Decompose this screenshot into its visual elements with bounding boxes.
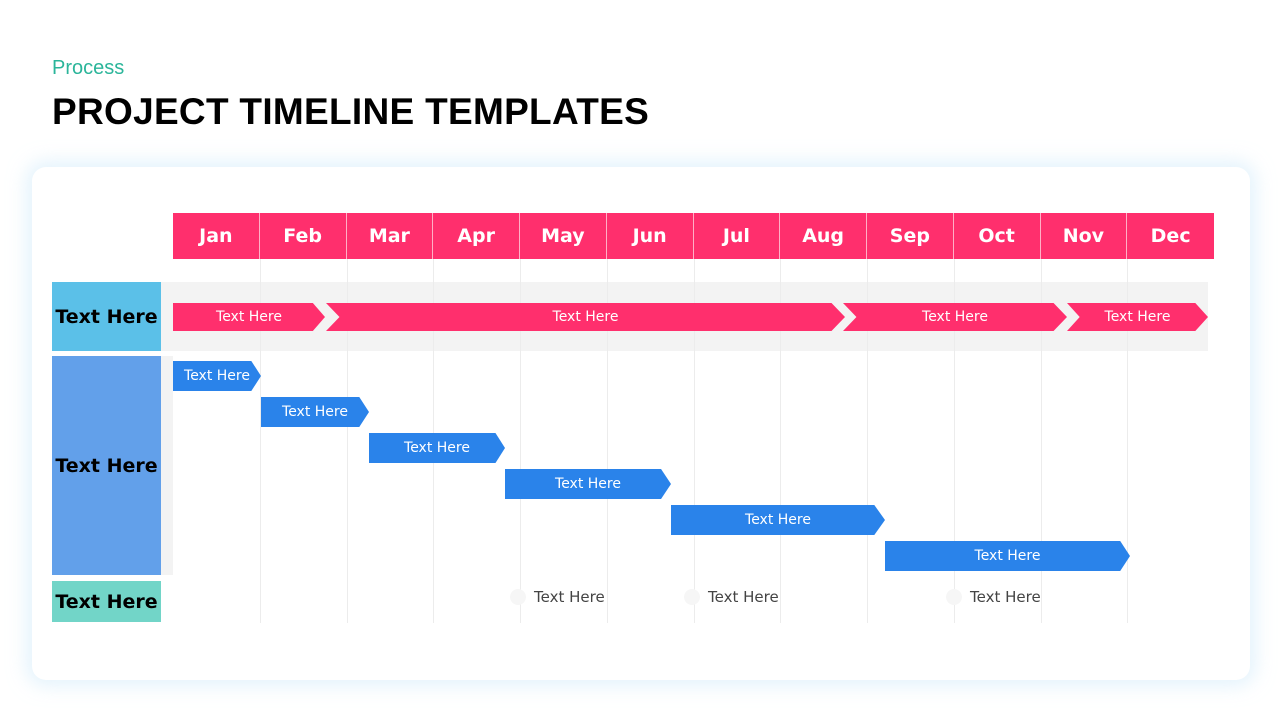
task-bar: Text Here: [261, 397, 369, 427]
task-bar: Text Here: [173, 361, 261, 391]
task-bar: Text Here: [505, 469, 671, 499]
month-jan: Jan: [173, 213, 260, 259]
task-bar: Text Here: [369, 433, 505, 463]
page-title: PROJECT TIMELINE TEMPLATES: [52, 91, 650, 132]
phase-bar: Text Here: [326, 303, 845, 331]
milestone: Text Here: [684, 588, 779, 606]
milestone-dot-icon: [946, 589, 962, 605]
milestone: Text Here: [946, 588, 1041, 606]
month-oct: Oct: [953, 213, 1041, 259]
subtitle: Process: [52, 57, 125, 79]
month-apr: Apr: [433, 213, 520, 259]
month-jul: Jul: [693, 213, 781, 259]
milestone: Text Here: [510, 588, 605, 606]
row-label-milestones: Text Here: [52, 581, 161, 622]
month-aug: Aug: [780, 213, 867, 259]
milestone-dot-icon: [510, 589, 526, 605]
task-bar: Text Here: [885, 541, 1130, 571]
phase-bar: Text Here: [173, 303, 325, 331]
month-mar: Mar: [346, 213, 434, 259]
milestone-label: Text Here: [534, 588, 605, 606]
row-label-tasks: Text Here: [52, 356, 161, 575]
task-bar: Text Here: [671, 505, 885, 535]
month-sep: Sep: [867, 213, 954, 259]
milestone-label: Text Here: [708, 588, 779, 606]
row-label-phases: Text Here: [52, 282, 161, 351]
month-dec: Dec: [1127, 213, 1214, 259]
phase-bar: Text Here: [843, 303, 1067, 331]
milestone-label: Text Here: [970, 588, 1041, 606]
milestone-dot-icon: [684, 589, 700, 605]
month-may: May: [520, 213, 607, 259]
month-jun: Jun: [606, 213, 694, 259]
month-feb: Feb: [259, 213, 347, 259]
phase-bar: Text Here: [1067, 303, 1208, 331]
task-band: [161, 356, 173, 575]
month-nov: Nov: [1040, 213, 1128, 259]
